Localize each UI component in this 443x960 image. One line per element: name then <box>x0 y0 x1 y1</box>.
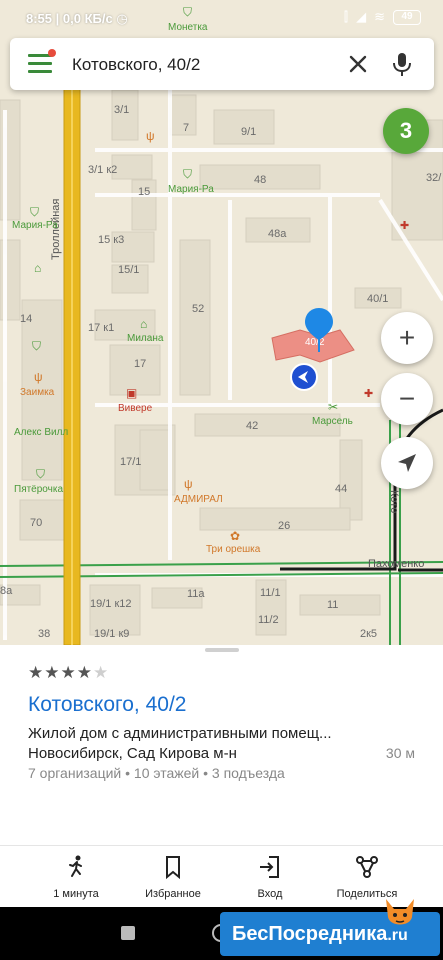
building-label: 70 <box>30 517 43 529</box>
building-label: 38 <box>38 628 51 640</box>
shopping-basket-icon: ⛉ <box>36 467 46 481</box>
my-location-button[interactable] <box>381 437 433 489</box>
building-label: 7 <box>183 122 190 134</box>
building-label: 15/1 <box>118 264 140 276</box>
recent-apps-button[interactable] <box>121 926 135 940</box>
wifi-icon: ≋ <box>374 9 385 24</box>
zoom-out-button[interactable]: − <box>381 373 433 425</box>
entrance-button[interactable]: Вход <box>220 854 320 902</box>
restaurant-icon: ψ <box>146 129 155 143</box>
bookmark-button[interactable]: Избранное <box>123 854 223 902</box>
status-bar: 8:55 | 0,0 КБ/с ◷ ⫿ ◢ ≋ 49 <box>0 0 443 36</box>
shopping-basket-icon: ⛉ <box>30 205 40 219</box>
place-card[interactable]: ★★★★★ Котовского, 40/2 Жилой дом с админ… <box>0 645 443 845</box>
map-view[interactable]: 3/1 7 9/1 3/1 к2 15 48 48а 15 к3 15/1 52… <box>0 0 443 645</box>
route-button[interactable]: 1 минута <box>26 854 126 902</box>
building-label: 48 <box>254 174 267 186</box>
fox-mascot-icon <box>386 899 414 925</box>
street-label: Пахоменко <box>368 558 425 570</box>
building-label: 14 <box>20 313 33 325</box>
navigation-arrow-icon <box>398 454 416 472</box>
scissors-icon: ✂ <box>328 400 339 414</box>
location-pin-icon[interactable] <box>303 306 335 352</box>
poi-milana[interactable]: Милана <box>127 333 163 345</box>
poi-admiral[interactable]: АДМИРАЛ <box>174 494 223 506</box>
hotel-icon: ▣ <box>126 386 138 400</box>
cafe-icon: ✿ <box>230 529 241 543</box>
building-label: 11/1 <box>260 587 281 599</box>
building-label: 8а <box>0 585 13 597</box>
poi-tri-oreshka[interactable]: Три орешка <box>206 544 260 556</box>
poi-marsel[interactable]: Марсель <box>312 416 353 428</box>
building-label: 17 к1 <box>88 322 115 334</box>
status-time: 8:55 | 0,0 КБ/с ◷ <box>26 11 128 26</box>
microphone-icon[interactable] <box>388 50 416 78</box>
poi-aleks-vill[interactable]: Алекс Вилл <box>14 427 68 439</box>
building-label: 3/1 к2 <box>88 164 118 176</box>
hospital-icon: ✚ <box>364 388 374 400</box>
drag-handle[interactable] <box>205 648 239 652</box>
building-label: 15 к3 <box>98 234 125 246</box>
shopping-basket-icon: ⛉ <box>32 339 42 353</box>
building-label: 11 <box>327 599 339 611</box>
poi-viverre[interactable]: Виверe <box>118 403 152 415</box>
entrance-icon <box>260 856 279 878</box>
building-label: 9/1 <box>241 126 257 138</box>
building-label: 32/ <box>426 172 442 184</box>
building-label: 11а <box>187 588 205 600</box>
building-label: 48а <box>268 228 287 240</box>
search-bar[interactable]: Котовского, 40/2 <box>10 38 434 90</box>
building-label: 52 <box>192 303 205 315</box>
place-distance: 30 м <box>385 745 415 761</box>
hospital-icon: ✚ <box>400 220 410 232</box>
notification-dot <box>48 49 56 57</box>
poi-mariya-ra[interactable]: Мария-Ра <box>168 184 214 196</box>
building-label: 44 <box>335 483 348 495</box>
building-label: 15 <box>138 186 151 198</box>
search-query[interactable]: Котовского, 40/2 <box>72 55 200 75</box>
clothing-icon: ⌂ <box>140 317 148 331</box>
menu-icon[interactable] <box>28 54 52 74</box>
building-label: 17 <box>134 358 147 370</box>
vibrate-icon: ⫿ <box>343 9 349 24</box>
restaurant-icon: ψ <box>34 370 43 384</box>
building-label: 42 <box>246 420 259 432</box>
shopping-basket-icon: ⛉ <box>183 167 193 181</box>
place-meta: 7 организаций • 10 этажей • 3 подъезда <box>28 765 285 781</box>
building-label: 11/2 <box>258 614 279 626</box>
poi-pyaterochka[interactable]: Пятёрочка <box>14 484 63 496</box>
building-label: 2к5 <box>360 628 378 640</box>
building-label: 26 <box>278 520 291 532</box>
rating-stars[interactable]: ★★★★★ <box>28 663 109 683</box>
poi-zaimka[interactable]: Заимка <box>20 387 54 399</box>
restaurant-icon: ψ <box>184 477 193 491</box>
building-label: 19/1 к12 <box>90 598 132 610</box>
building-label: 17/1 <box>120 456 142 468</box>
building-label: 19/1 к9 <box>94 628 130 640</box>
battery-icon: 49 <box>393 9 421 25</box>
building-label: 40/1 <box>367 293 389 305</box>
close-icon[interactable] <box>344 50 372 78</box>
place-title[interactable]: Котовского, 40/2 <box>28 693 186 717</box>
bookmark-icon <box>166 856 180 880</box>
place-description: Жилой дом с административными помещ... <box>28 725 332 742</box>
building-label: 3/1 <box>114 104 130 116</box>
street-label: Кото <box>388 490 400 514</box>
action-bar: 1 минута Избранное Вход Поделиться <box>0 845 443 907</box>
place-address: Новосибирск, Сад Кирова м-н <box>28 745 237 762</box>
status-icons: ⫿ ◢ ≋ 49 <box>344 9 421 25</box>
my-location-icon <box>290 363 318 391</box>
layers-count-button[interactable]: 3 <box>383 108 429 154</box>
poi-mariya-ra[interactable]: Мария-Ра <box>12 220 58 232</box>
walking-person-icon <box>69 855 82 877</box>
zoom-in-button[interactable]: + <box>381 312 433 364</box>
signal-icon: ◢ <box>356 9 367 24</box>
clothing-icon: ⌂ <box>34 261 42 275</box>
share-icon <box>356 856 378 878</box>
